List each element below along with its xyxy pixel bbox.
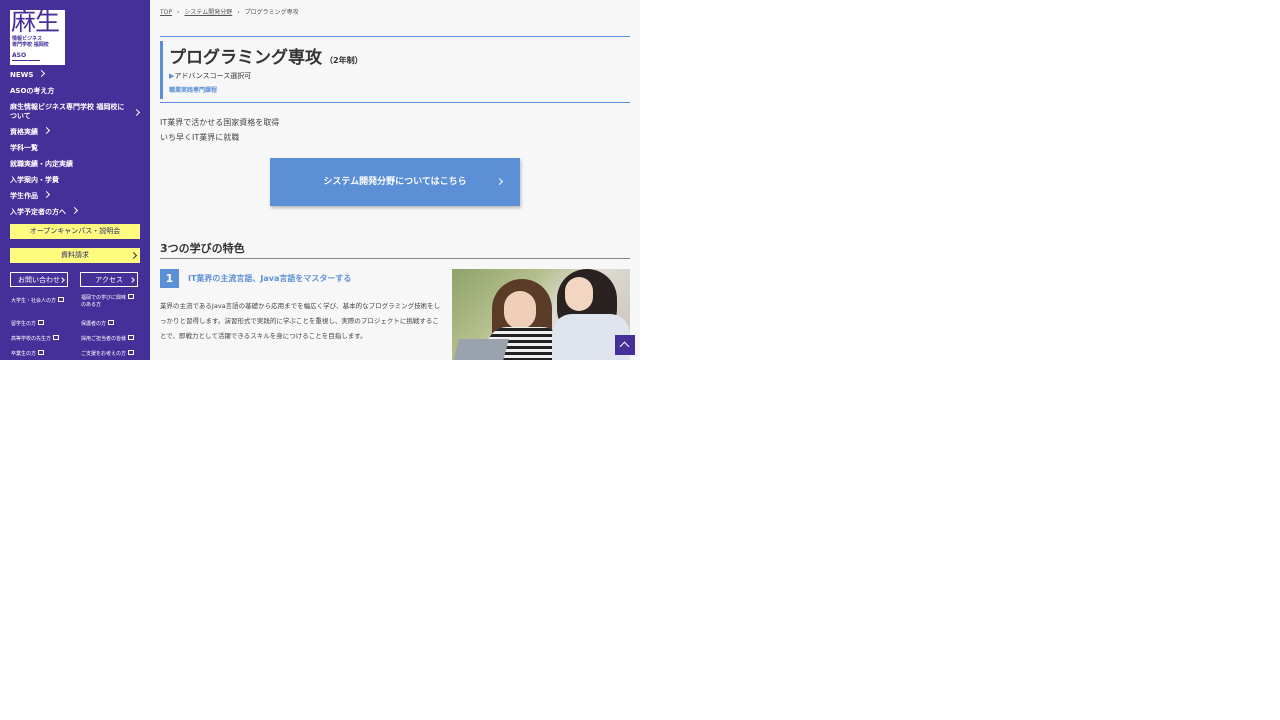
course-years: （2年制） xyxy=(325,56,363,65)
link-supporters[interactable]: ご支援をお考えの方 xyxy=(81,350,135,358)
nav-item-qualifications[interactable]: 資格実績 xyxy=(10,126,51,137)
logo-kanji: 麻生 xyxy=(11,7,60,36)
chevron-right-icon: › xyxy=(177,9,180,16)
features-divider xyxy=(160,258,630,259)
nav-item-departments[interactable]: 学科一覧 xyxy=(10,144,38,153)
contact-button[interactable]: お問い合わせ xyxy=(10,272,68,287)
access-button[interactable]: アクセス xyxy=(80,272,138,287)
advance-course-note: ▶アドバンスコース選択可 xyxy=(169,72,252,80)
link-international-students[interactable]: 留学生の方 xyxy=(11,320,45,328)
sidebar: 麻生 情報ビジネス 専門学校 福岡校 ASO NEWS ASOの考え方 麻生情報… xyxy=(0,0,150,360)
external-link-icon xyxy=(128,350,135,355)
chevron-right-icon xyxy=(70,206,79,215)
nav-item-aso-philosophy[interactable]: ASOの考え方 xyxy=(10,87,54,96)
link-recruiters[interactable]: 採用ご担当者の皆様 xyxy=(81,335,135,343)
page-title: プログラミング専攻 （2年制） xyxy=(169,48,363,68)
breadcrumb-field-link[interactable]: システム開発分野 xyxy=(184,9,232,16)
external-link-icon xyxy=(38,320,45,325)
link-alumni[interactable]: 卒業生の方 xyxy=(11,350,45,358)
breadcrumb: TOP › システム開発分野 › プログラミング専攻 xyxy=(160,7,299,16)
logo-subtitle-2: 専門学校 福岡校 xyxy=(12,42,49,48)
chevron-right-icon xyxy=(42,190,51,199)
nav-item-employment[interactable]: 就職実績・内定実績 xyxy=(10,160,73,169)
chevron-right-icon xyxy=(38,69,46,78)
school-logo[interactable]: 麻生 情報ビジネス 専門学校 福岡校 ASO xyxy=(10,7,65,65)
course-header: プログラミング専攻 （2年制） ▶アドバンスコース選択可 職業実践専門課程 xyxy=(160,36,630,103)
chevron-right-icon xyxy=(129,277,135,283)
open-campus-button[interactable]: オープンキャンパス・説明会 xyxy=(10,224,140,239)
link-university-adults[interactable]: 大学生・社会人の方 xyxy=(11,297,65,305)
feature-title: IT業界の主流言語、Java言語をマスターする xyxy=(188,274,352,283)
students-photo xyxy=(452,269,630,360)
link-high-school-teachers[interactable]: 高等学校の先生方 xyxy=(11,335,60,343)
logo-underline xyxy=(12,60,40,61)
browser-viewport: 麻生 情報ビジネス 専門学校 福岡校 ASO NEWS ASOの考え方 麻生情報… xyxy=(0,0,640,360)
nav-item-prospective-students[interactable]: 入学予定者の方へ xyxy=(10,206,79,217)
chevron-right-icon xyxy=(495,177,504,186)
feature-text: 業界の主流であるJava言語の基礎から応用までを幅広く学び、基本的なプログラミン… xyxy=(160,302,441,340)
external-link-icon xyxy=(58,297,65,302)
external-link-icon xyxy=(108,320,115,325)
external-link-icon xyxy=(128,335,135,340)
nav-item-student-works[interactable]: 学生作品 xyxy=(10,190,51,201)
chevron-right-icon xyxy=(59,277,65,283)
chevron-right-icon xyxy=(132,108,141,117)
external-link-icon xyxy=(38,350,45,355)
chevron-right-icon: › xyxy=(237,9,240,16)
breadcrumb-current: プログラミング専攻 xyxy=(244,9,299,16)
back-to-top-button[interactable] xyxy=(615,335,635,355)
system-dev-field-button[interactable]: システム開発分野についてはこちら xyxy=(270,158,520,206)
nav-item-admission[interactable]: 入学案内・学費 xyxy=(10,176,59,185)
logo-aso: ASO xyxy=(12,52,27,59)
header-accent-bar xyxy=(160,41,163,99)
feature-number: 1 xyxy=(160,269,179,288)
chevron-right-icon xyxy=(42,126,51,135)
nav-item-news[interactable]: NEWS xyxy=(10,69,46,80)
features-heading: 3つの学びの特色 xyxy=(160,242,245,255)
link-parents[interactable]: 保護者の方 xyxy=(81,320,115,328)
brochure-request-button[interactable]: 資料請求 xyxy=(10,248,140,263)
breadcrumb-top-link[interactable]: TOP xyxy=(160,9,172,16)
chevron-up-icon xyxy=(619,341,630,352)
link-fukuoka-interest[interactable]: 福岡での学びに興味 のある方 xyxy=(81,294,135,309)
external-link-icon xyxy=(53,335,60,340)
external-link-icon xyxy=(128,294,135,299)
nav-item-about-school[interactable]: 麻生情報ビジネス専門学校 福岡校に ついて xyxy=(10,103,128,121)
main-content: TOP › システム開発分野 › プログラミング専攻 プログラミング専攻 （2年制） ▶ア… xyxy=(150,0,640,360)
course-description: IT業界で活かせる国家資格を取得 いち早くIT業界に就職 xyxy=(160,118,280,142)
chevron-right-icon xyxy=(129,251,138,260)
vocational-badge: 職業実践専門課程 xyxy=(169,87,218,94)
